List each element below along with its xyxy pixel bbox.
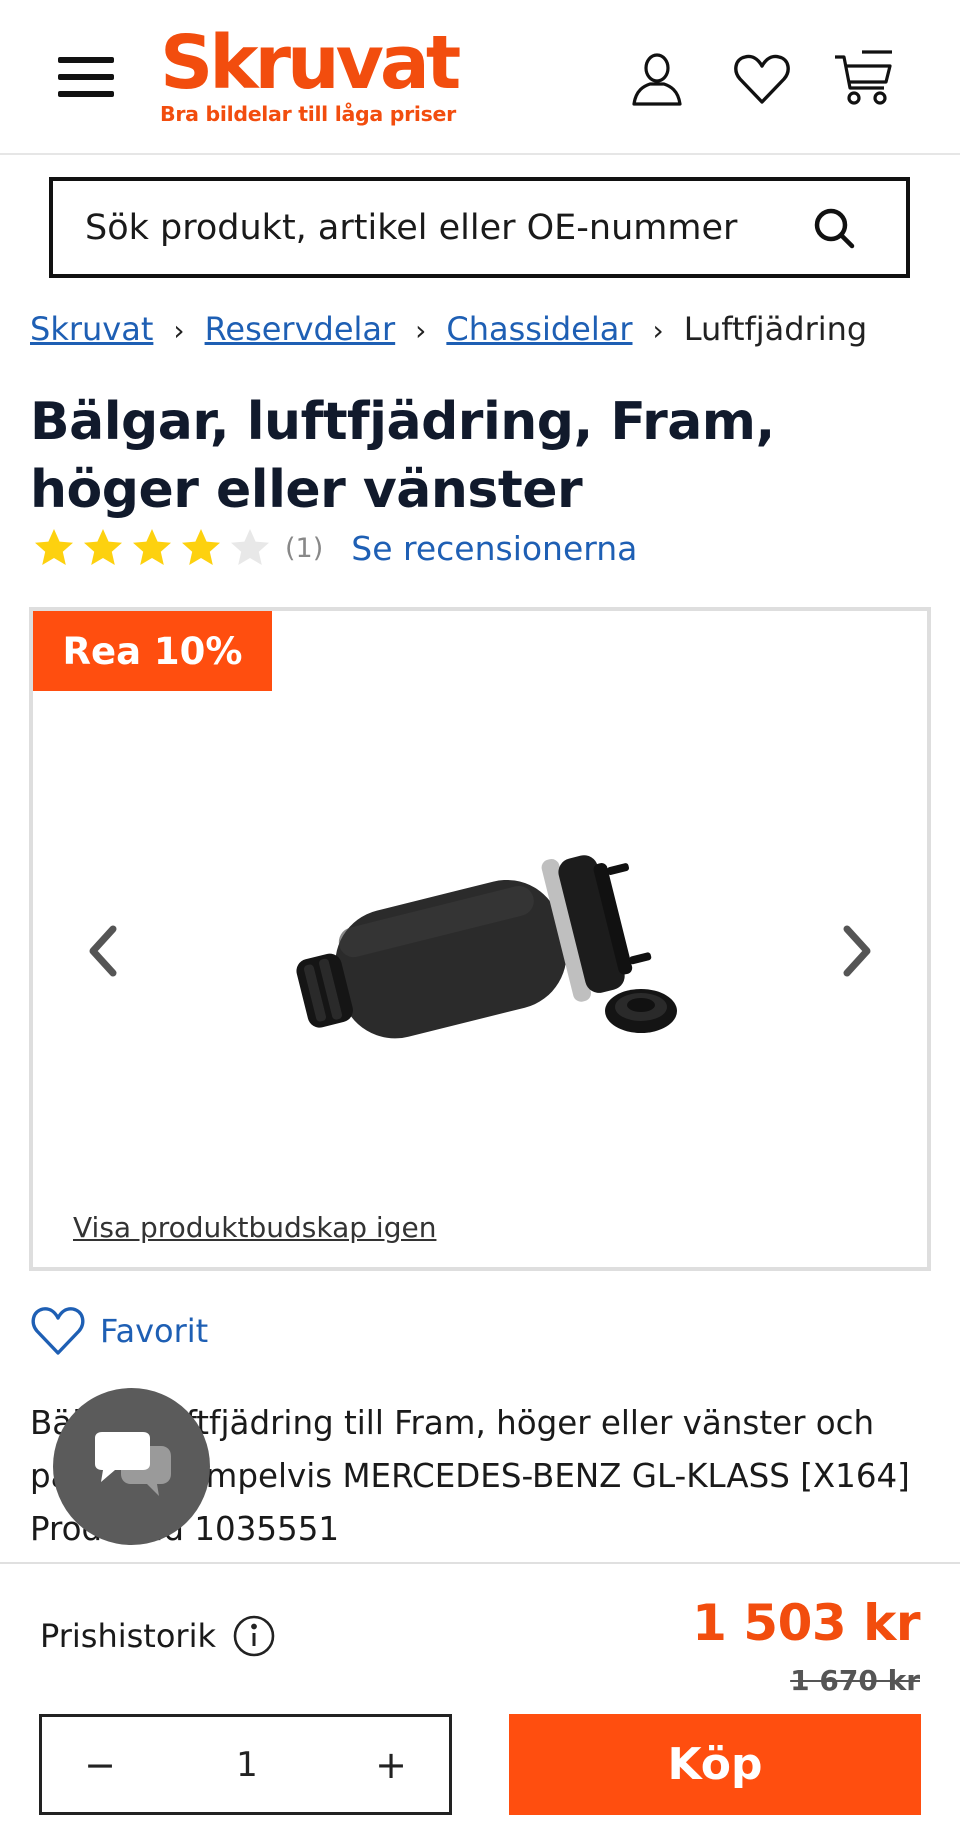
breadcrumb-current: Luftfjädring [683, 310, 868, 348]
original-price: 1 670 kr [790, 1664, 920, 1697]
breadcrumb-link-skruvat[interactable]: Skruvat [30, 310, 153, 348]
star-filled-icon [35, 529, 73, 565]
heart-icon[interactable] [731, 48, 793, 110]
search-icon[interactable] [812, 206, 856, 250]
star-empty-icon [231, 529, 269, 565]
info-icon [233, 1615, 275, 1657]
product-image[interactable] [273, 811, 733, 1071]
star-filled-icon [133, 529, 171, 565]
price-history-link[interactable]: Prishistorik [40, 1614, 276, 1658]
price-history-label: Prishistorik [40, 1617, 216, 1655]
search-bar [49, 177, 910, 278]
product-rating: (1) Se recensionerna [32, 525, 637, 571]
heart-outline-icon [31, 1307, 85, 1355]
site-header: Skruvat Bra bildelar till låga priser [0, 0, 960, 155]
cart-icon[interactable] [832, 48, 894, 110]
logo-wordmark: Skruvat [160, 20, 461, 106]
quantity-stepper: − + [39, 1714, 452, 1815]
breadcrumb-separator: › [173, 314, 185, 347]
star-filled-icon [84, 529, 122, 565]
favorite-button[interactable]: Favorit [30, 1305, 208, 1357]
chat-widget-button[interactable] [53, 1388, 210, 1545]
chat-icon [95, 1432, 171, 1496]
rating-stars [32, 526, 277, 570]
breadcrumb-link-chassidelar[interactable]: Chassidelar [446, 310, 632, 348]
sale-badge: Rea 10% [33, 611, 272, 691]
product-title: Bälgar, luftfjädring, Fram, höger eller … [30, 392, 775, 520]
breadcrumb-separator: › [652, 314, 664, 347]
product-gallery: Rea 10% Visa produktbudskap igen [29, 607, 931, 1271]
search-input[interactable] [53, 181, 813, 274]
see-reviews-link[interactable]: Se recensionerna [351, 529, 637, 568]
decrease-quantity-button[interactable]: − [60, 1717, 140, 1812]
menu-icon[interactable] [58, 57, 114, 97]
gallery-prev-arrow[interactable] [73, 911, 133, 991]
purchase-bar: Prishistorik 1 503 kr 1 670 kr − + Köp [0, 1562, 960, 1839]
star-filled-icon [182, 529, 220, 565]
breadcrumb: Skruvat › Reservdelar › Chassidelar › Luftfjäd… [30, 310, 867, 348]
favorite-label: Favorit [100, 1312, 209, 1350]
buy-button[interactable]: Köp [509, 1714, 921, 1815]
show-product-message-link[interactable]: Visa produktbudskap igen [73, 1211, 436, 1244]
increase-quantity-button[interactable]: + [351, 1717, 431, 1812]
breadcrumb-separator: › [415, 314, 427, 347]
rating-count: (1) [285, 532, 324, 564]
gallery-next-arrow[interactable] [827, 911, 887, 991]
quantity-input[interactable] [152, 1717, 342, 1812]
logo-tagline: Bra bildelar till låga priser [160, 102, 456, 126]
user-icon[interactable] [626, 48, 688, 110]
breadcrumb-link-reservdelar[interactable]: Reservdelar [205, 310, 396, 348]
site-logo[interactable]: Skruvat Bra bildelar till låga priser [160, 20, 461, 126]
current-price: 1 503 kr [692, 1594, 920, 1652]
